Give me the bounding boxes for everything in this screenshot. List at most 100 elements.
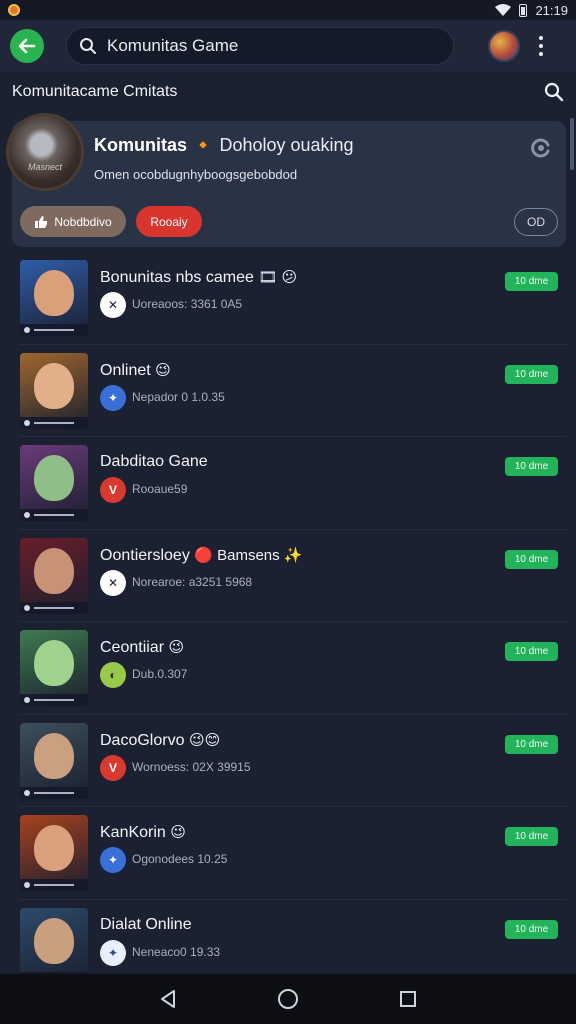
game-character-image — [34, 732, 74, 779]
game-title-text: Bonunitas nbs camee — [100, 269, 254, 286]
emoji-icon: 😉😊 — [188, 731, 221, 749]
game-thumbnail — [20, 445, 88, 521]
status-badge[interactable]: 10 dme — [505, 364, 558, 384]
status-badge[interactable]: 10 dme — [505, 642, 558, 661]
status-badge[interactable]: 10 dme — [505, 734, 558, 754]
game-character-image — [34, 547, 74, 594]
game-thumbnail — [20, 630, 88, 706]
game-subtitle: Wornoess: 02X 39915 — [132, 759, 251, 774]
game-character-image — [34, 455, 74, 501]
od-label: OD — [527, 215, 545, 229]
game-subtitle: Norearoe: a3251 5968 — [132, 574, 253, 589]
publisher-icon: ✦ — [100, 939, 126, 966]
thumbnail-caption — [20, 324, 88, 336]
list-item[interactable]: KanKorin 😉 ✦ Ogonodees 10.25 10 dme — [20, 807, 566, 900]
publisher-icon: ✕ — [100, 569, 126, 596]
game-title: DacoGlorvo 😉😊 — [100, 731, 220, 750]
game-title-text: DacoGlorvo — [100, 731, 185, 749]
user-avatar[interactable] — [488, 30, 520, 62]
search-value: Komunitas Game — [107, 36, 239, 55]
community-avatar-label: Masnect — [27, 162, 62, 172]
publisher-icon: ✦ — [100, 847, 126, 873]
scrollbar[interactable] — [570, 118, 574, 170]
list-item[interactable]: Bonunitas nbs camee 🎞 😕 ✕ Uoreaoos: 3361… — [20, 252, 566, 345]
search-input[interactable]: Komunitas Game — [66, 27, 454, 65]
emoji-icon: 😉 — [168, 639, 185, 656]
game-subtitle: Rooaue59 — [132, 482, 188, 496]
emoji-icon: 😉 — [170, 824, 186, 841]
game-title-text: Ceontiiar — [100, 639, 165, 656]
follow-button[interactable]: Nobdbdivo — [20, 206, 126, 237]
game-title-text: Oontiersloey — [100, 546, 190, 564]
game-title: Dabditao Gane — [100, 453, 208, 471]
thumbnail-caption — [20, 694, 88, 706]
status-badge[interactable]: 10 dme — [505, 827, 558, 846]
thumbnail-caption — [20, 416, 88, 429]
game-title-text: Dabditao Gane — [100, 453, 208, 470]
community-card: Masnect Komunitas 🔸 Doholoy ouaking Omen… — [6, 113, 566, 247]
thumbnail-caption — [20, 509, 88, 521]
emoji-icon: 🔴 Bamsens ✨ — [194, 546, 303, 564]
status-badge[interactable]: 10 dme — [505, 457, 558, 476]
status-time: 21:19 — [535, 2, 568, 18]
join-button[interactable]: Rooaiy — [136, 206, 202, 237]
community-avatar: Masnect — [6, 113, 84, 191]
game-character-image — [34, 362, 74, 409]
publisher-icon: ✦ — [100, 384, 126, 411]
top-app-bar: Komunitas Game — [0, 20, 576, 72]
arrow-left-icon — [18, 38, 36, 54]
status-badge[interactable]: 10 dme — [505, 272, 558, 291]
search-icon[interactable] — [544, 82, 564, 102]
game-subtitle: Nepador 0 1.0.35 — [132, 389, 225, 404]
game-title: Dialat Online — [100, 916, 192, 934]
game-title: Oontiersloey 🔴 Bamsens ✨ — [100, 546, 303, 565]
game-title: Ceontiiar 😉 — [100, 638, 184, 657]
status-badge[interactable]: 10 dme — [505, 919, 558, 939]
status-badge[interactable]: 10 dme — [505, 549, 558, 569]
game-title-text: Onlinet — [100, 361, 151, 379]
search-icon — [80, 38, 96, 54]
game-subtitle: Dub.0.307 — [132, 667, 188, 681]
emoji-icon: 🎞 😕 — [258, 269, 298, 286]
publisher-icon: V — [100, 477, 126, 503]
back-triangle-icon[interactable] — [159, 989, 177, 1009]
system-nav-bar — [0, 974, 576, 1024]
refresh-icon[interactable] — [530, 137, 552, 159]
notification-app-icon — [8, 4, 20, 16]
thumbnail-caption — [20, 879, 88, 891]
game-character-image — [34, 825, 74, 871]
emoji-icon: 😉 — [155, 361, 171, 379]
section-header: Komunitacame Cmitats — [0, 72, 576, 112]
game-character-image — [34, 917, 74, 964]
list-item[interactable]: Oontiersloey 🔴 Bamsens ✨ ✕ Norearoe: a32… — [20, 530, 566, 622]
list-item[interactable]: Dabditao Gane V Rooaue59 10 dme — [20, 437, 566, 530]
game-thumbnail — [20, 722, 88, 799]
game-title: Bonunitas nbs camee 🎞 😕 — [100, 268, 297, 287]
community-title-bold: Komunitas — [94, 135, 188, 155]
game-subtitle: Neneaco0 19.33 — [132, 944, 221, 959]
game-thumbnail — [20, 260, 88, 336]
back-button[interactable] — [10, 29, 44, 63]
list-item[interactable]: Ceontiiar 😉 ◐ Dub.0.307 10 dme — [20, 622, 566, 715]
more-options-icon[interactable] — [538, 36, 544, 56]
community-description: Omen ocobdugnhyboogsgebobdod — [94, 167, 298, 182]
publisher-icon: ◐ — [100, 662, 126, 688]
status-bar: 21:19 — [0, 0, 576, 20]
game-subtitle: Uoreaoos: 3361 0A5 — [132, 297, 243, 311]
game-title: KanKorin 😉 — [100, 823, 186, 842]
list-item[interactable]: DacoGlorvo 😉😊 V Wornoess: 02X 39915 10 d… — [20, 715, 566, 807]
od-button[interactable]: OD — [514, 208, 558, 236]
game-title-text: Dialat Online — [100, 915, 192, 933]
home-circle-icon[interactable] — [277, 988, 299, 1010]
recents-square-icon[interactable] — [399, 990, 417, 1008]
battery-icon — [519, 3, 528, 17]
game-thumbnail — [20, 352, 88, 429]
community-title-rest: Doholoy ouaking — [219, 135, 354, 155]
game-thumbnail — [20, 815, 88, 891]
thumbs-up-icon — [35, 215, 48, 228]
join-label: Rooaiy — [150, 214, 188, 229]
game-subtitle: Ogonodees 10.25 — [132, 852, 228, 866]
game-character-image — [34, 640, 74, 686]
list-item[interactable]: Onlinet 😉 ✦ Nepador 0 1.0.35 10 dme — [20, 345, 566, 437]
thumbnail-caption — [20, 786, 88, 799]
